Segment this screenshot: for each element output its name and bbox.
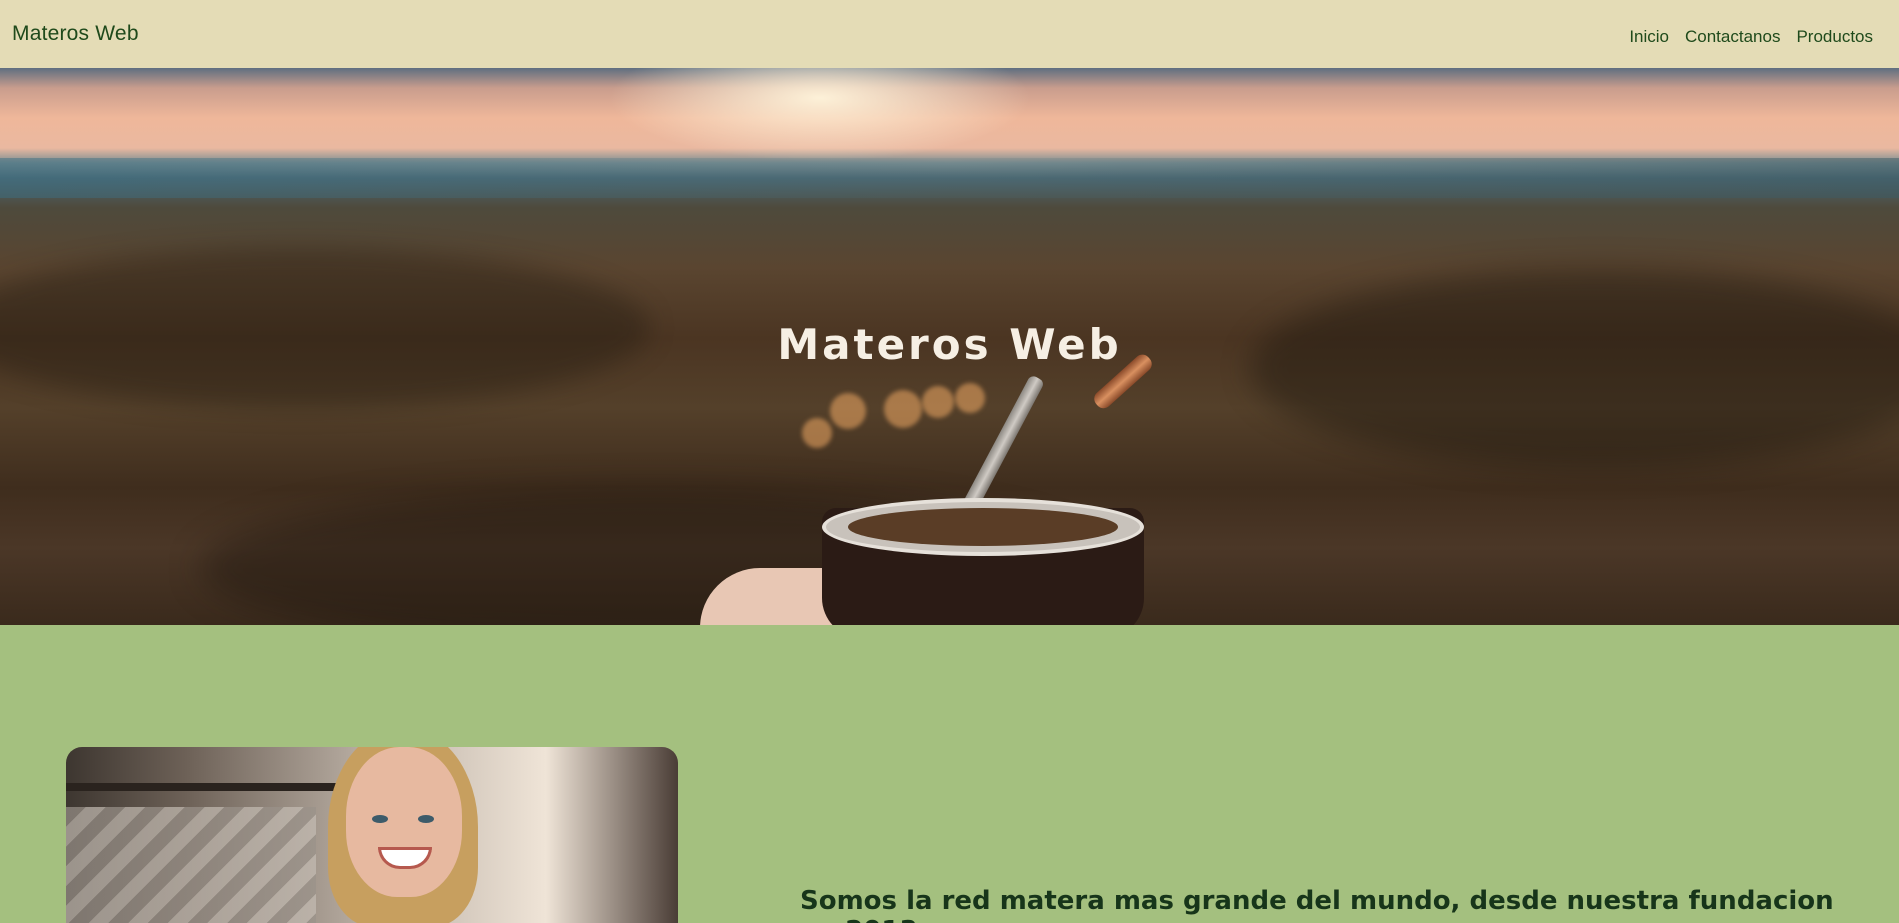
top-navbar: Materos Web Inicio Contactanos Productos xyxy=(0,0,1899,68)
nav-link-inicio[interactable]: Inicio xyxy=(1629,27,1669,47)
hero-bokeh-light xyxy=(922,386,954,418)
hero-banner: Materos Web xyxy=(0,68,1899,625)
about-photo xyxy=(66,747,678,923)
brand-link[interactable]: Materos Web xyxy=(12,22,139,46)
photo-woman-eye xyxy=(418,815,434,823)
hero-bokeh-light xyxy=(802,418,832,448)
mate-yerba xyxy=(848,508,1118,546)
hero-bokeh-light xyxy=(884,390,922,428)
hero-horizon-haze xyxy=(0,158,1899,198)
photo-woman-face xyxy=(346,747,462,897)
photo-woman-eye xyxy=(372,815,388,823)
photo-shelf xyxy=(66,783,346,791)
about-tagline: Somos la red matera mas grande del mundo… xyxy=(800,886,1834,923)
nav-link-productos[interactable]: Productos xyxy=(1796,27,1873,47)
nav-link-contactanos[interactable]: Contactanos xyxy=(1685,27,1780,47)
hero-bokeh-light xyxy=(955,383,985,413)
hero-title: Materos Web xyxy=(777,320,1122,369)
main-nav: Inicio Contactanos Productos xyxy=(1629,27,1873,47)
photo-wall-tiles xyxy=(66,807,316,923)
hero-bokeh-light xyxy=(830,393,866,429)
